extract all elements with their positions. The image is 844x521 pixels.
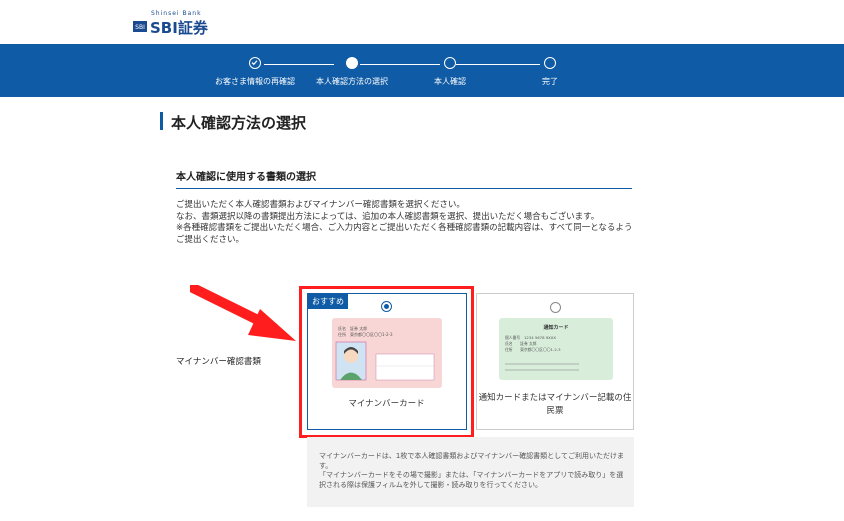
check-icon <box>251 60 258 66</box>
logo-tagline: Shinsei Bank <box>151 10 202 17</box>
section-title: 本人確認に使用する書類の選択 <box>176 172 316 183</box>
radio-notification-card[interactable] <box>550 302 561 313</box>
step-todo-circle <box>444 57 456 69</box>
step-todo-circle <box>544 57 556 69</box>
card-line: 氏名 証券 太郎 <box>338 325 367 331</box>
option-caption: 通知カードまたはマイナンバー記載の住民票 <box>478 393 632 416</box>
card-line: 住所 東京都〇〇区〇〇1-2-3 <box>505 347 561 352</box>
option-mynumber-card[interactable]: おすすめ 氏名 証券 太郎 住所 東京都〇〇区〇〇1-2-3 マイナンバーカード <box>307 293 467 430</box>
step-connector <box>360 64 440 65</box>
option-caption: マイナンバーカード <box>348 399 425 409</box>
info-text: マイナンバーカードは、1枚で本人確認書類およびマイナンバー確認書類としてご利用い… <box>319 452 624 490</box>
logo-mark-icon: SBI <box>133 21 147 32</box>
page-title: 本人確認方法の選択 <box>171 114 307 132</box>
card-line: 住所 東京都〇〇区〇〇1-2-3 <box>338 331 393 337</box>
red-arrow-icon <box>190 285 296 341</box>
step-label-reconfirm: お客さま情報の再確認 <box>215 77 295 86</box>
description-line: ご提出いただく本人確認書類およびマイナンバー確認書類を選択ください。 <box>176 200 465 210</box>
row-label-mynumber-document: マイナンバー確認書類 <box>176 357 261 367</box>
option-notification-card[interactable]: 通知カード 個人番号 1234 5678 9XXX 氏名 証券 太郎 住所 東京… <box>476 293 634 430</box>
section-divider <box>176 188 632 189</box>
recommended-badge: おすすめ <box>308 294 348 309</box>
card-line: 氏名 証券 太郎 <box>505 341 537 346</box>
logo-text: SBI証券 <box>150 19 208 37</box>
top-bar: SBI Shinsei Bank SBI証券 <box>0 0 844 44</box>
description-text: ご提出いただく本人確認書類およびマイナンバー確認書類を選択ください。 なお、書類… <box>176 200 636 246</box>
step-connector <box>456 64 540 65</box>
step-label-verify: 本人確認 <box>434 77 466 86</box>
step-current-dot <box>346 57 358 69</box>
info-box: マイナンバーカードは、1枚で本人確認書類およびマイナンバー確認書類としてご利用い… <box>307 437 634 507</box>
info-line: 「マイナンバーカードをその場で撮影」または、「マイナンバーカードをアプリで読み取… <box>319 471 624 489</box>
step-done-check-icon <box>249 57 261 69</box>
card-title: 通知カード <box>543 324 568 331</box>
mynumber-card-illustration: 氏名 証券 太郎 住所 東京都〇〇区〇〇1-2-3 <box>332 318 442 388</box>
radio-mynumber-card[interactable] <box>381 301 392 312</box>
card-line: 個人番号 1234 5678 9XXX <box>505 335 556 340</box>
id-card-icon: 氏名 証券 太郎 住所 東京都〇〇区〇〇1-2-3 <box>335 325 435 381</box>
description-line: ※各種確認書類をご提出いただく場合、ご入力内容とご提出いただく各種確認書類の記載… <box>176 223 633 245</box>
step-label-method: 本人確認方法の選択 <box>316 77 388 86</box>
notification-card-icon: 通知カード 個人番号 1234 5678 9XXX 氏名 証券 太郎 住所 東京… <box>505 324 579 371</box>
step-connector <box>264 64 334 65</box>
info-line: マイナンバーカードは、1枚で本人確認書類およびマイナンバー確認書類としてご利用い… <box>319 452 624 470</box>
page-title-accent <box>160 112 163 130</box>
notification-card-illustration: 通知カード 個人番号 1234 5678 9XXX 氏名 証券 太郎 住所 東京… <box>499 318 613 380</box>
step-progress-bar <box>0 44 844 97</box>
svg-text:SBI: SBI <box>135 24 145 31</box>
step-label-complete: 完了 <box>542 77 558 86</box>
description-line: なお、書類選択以降の書類提出方法によっては、追加の本人確認書類を選択、提出いただ… <box>176 211 600 222</box>
